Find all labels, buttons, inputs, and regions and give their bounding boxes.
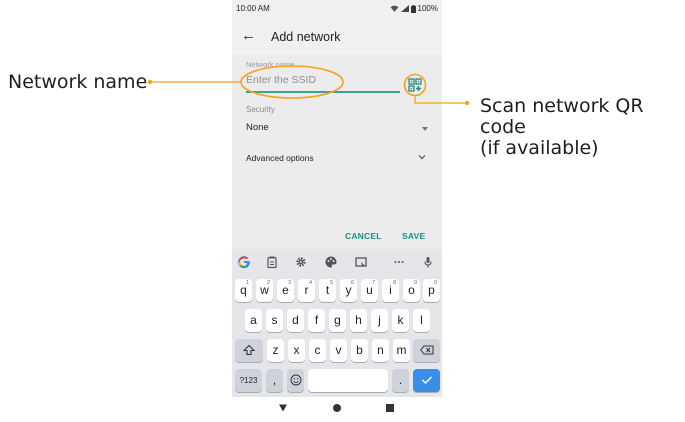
status-indicators: 100% xyxy=(390,4,438,13)
key-hint: 6 xyxy=(350,280,354,286)
advanced-options-toggle[interactable]: Advanced options xyxy=(246,150,428,168)
key-hint: 2 xyxy=(266,280,270,286)
key-d[interactable]: d xyxy=(287,309,304,332)
callout-scan-qr-line2: (if available) xyxy=(480,137,599,159)
key-z[interactable]: z xyxy=(267,339,284,362)
backspace-key[interactable] xyxy=(413,339,440,362)
key-label: t xyxy=(325,283,330,297)
key-hint: 0 xyxy=(433,280,437,286)
key-f[interactable]: f xyxy=(308,309,325,332)
key-i[interactable]: i8 xyxy=(382,279,399,302)
dropdown-arrow-icon xyxy=(422,127,428,131)
save-button[interactable]: SAVE xyxy=(402,231,425,241)
key-m[interactable]: m xyxy=(393,339,410,362)
backspace-icon xyxy=(419,345,433,355)
callout-network-name: Network name xyxy=(8,71,148,93)
security-value: None xyxy=(246,122,269,133)
enter-key[interactable] xyxy=(413,369,440,392)
chevron-down-icon xyxy=(418,155,426,160)
space-key[interactable] xyxy=(308,369,388,392)
ssid-input[interactable] xyxy=(246,73,400,87)
settings-icon[interactable] xyxy=(294,255,308,269)
key-hint: 1 xyxy=(245,280,249,286)
key-g[interactable]: g xyxy=(329,309,346,332)
key-u[interactable]: u7 xyxy=(361,279,378,302)
ssid-underline xyxy=(246,91,400,93)
page-title: Add network xyxy=(271,30,341,44)
status-time: 10:00 AM xyxy=(236,4,270,13)
home-nav-icon[interactable] xyxy=(332,403,342,413)
security-label: Security xyxy=(246,105,275,114)
network-name-label: Network name xyxy=(246,60,295,69)
phone-screen: 10:00 AM 100% ← Add network Network name… xyxy=(232,0,442,422)
palette-icon[interactable] xyxy=(324,255,338,269)
key-p[interactable]: p0 xyxy=(423,279,440,302)
key-s[interactable]: s xyxy=(266,309,283,332)
app-bar: ← Add network xyxy=(232,17,442,55)
key-hint: 5 xyxy=(329,280,333,286)
wifi-icon xyxy=(390,5,399,12)
key-y[interactable]: y6 xyxy=(340,279,357,302)
key-c[interactable]: c xyxy=(309,339,326,362)
shift-icon xyxy=(242,344,256,356)
key-w[interactable]: w2 xyxy=(256,279,273,302)
key-label: r xyxy=(304,283,309,297)
callout-scan-qr: Scan network QR code (if available) xyxy=(480,96,685,159)
key-hint: 3 xyxy=(287,280,291,286)
key-hint: 9 xyxy=(413,280,417,286)
key-o[interactable]: o9 xyxy=(403,279,420,302)
battery-icon xyxy=(410,4,416,13)
mic-icon[interactable] xyxy=(421,255,435,269)
period-key[interactable]: . xyxy=(392,369,409,392)
key-a[interactable]: a xyxy=(245,309,262,332)
back-nav-icon[interactable] xyxy=(278,403,288,413)
google-icon[interactable] xyxy=(237,255,251,269)
navigation-bar xyxy=(232,397,442,422)
network-name-leader-dot xyxy=(147,79,153,85)
qr-leader-dot xyxy=(464,100,470,106)
signal-icon xyxy=(400,5,409,12)
key-n[interactable]: n xyxy=(372,339,389,362)
keyboard-suggestion-bar xyxy=(232,249,442,276)
comma-key[interactable]: , xyxy=(266,369,283,392)
key-v[interactable]: v xyxy=(330,339,347,362)
security-dropdown[interactable]: None xyxy=(246,119,428,137)
check-icon xyxy=(421,376,432,384)
screenshot-icon[interactable] xyxy=(354,255,368,269)
symbols-key[interactable]: ?123 xyxy=(235,369,262,392)
key-k[interactable]: k xyxy=(392,309,409,332)
more-icon[interactable] xyxy=(392,255,406,269)
key-hint: 7 xyxy=(371,280,375,286)
key-q[interactable]: q1 xyxy=(235,279,252,302)
cancel-button[interactable]: CANCEL xyxy=(345,231,382,241)
key-x[interactable]: x xyxy=(288,339,305,362)
status-bar: 10:00 AM 100% xyxy=(232,0,442,17)
add-network-form: Network name Security None Advanced opti… xyxy=(232,55,442,249)
shift-key[interactable] xyxy=(235,339,263,362)
callout-scan-qr-line1: Scan network QR code xyxy=(480,95,644,138)
recents-nav-icon[interactable] xyxy=(385,403,395,413)
key-t[interactable]: t5 xyxy=(319,279,336,302)
battery-percent: 100% xyxy=(417,4,438,13)
key-h[interactable]: h xyxy=(350,309,367,332)
key-b[interactable]: b xyxy=(351,339,368,362)
key-r[interactable]: r4 xyxy=(298,279,315,302)
arrow-back-icon[interactable]: ← xyxy=(241,27,256,44)
key-hint: 8 xyxy=(392,280,396,286)
key-hint: 4 xyxy=(308,280,312,286)
clipboard-icon[interactable] xyxy=(265,255,279,269)
key-j[interactable]: j xyxy=(371,309,388,332)
advanced-options-label: Advanced options xyxy=(246,153,314,163)
keyboard: q1 w2 e3 r4 t5 y6 u7 i8 o9 p0 a s d f g … xyxy=(232,276,442,397)
emoji-icon xyxy=(290,374,301,386)
key-e[interactable]: e3 xyxy=(277,279,294,302)
qr-code-scan-icon[interactable] xyxy=(408,78,422,92)
key-l[interactable]: l xyxy=(413,309,430,332)
key-label: i xyxy=(389,283,392,297)
emoji-key[interactable] xyxy=(287,369,304,392)
